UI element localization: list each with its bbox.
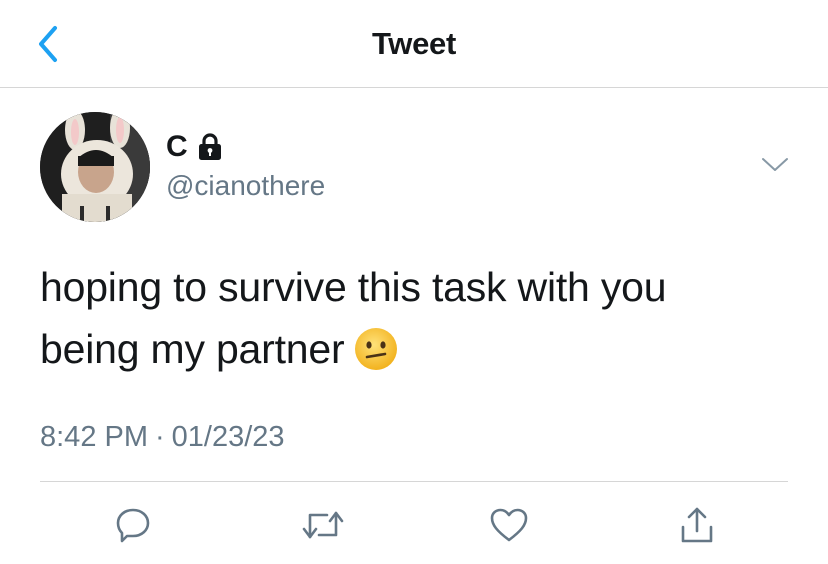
neutral-face-emoji-icon: [355, 328, 398, 370]
tweet-time: 8:42 PM: [40, 421, 148, 453]
reply-icon: [116, 508, 150, 543]
display-name[interactable]: C: [166, 130, 188, 164]
divider: [40, 481, 788, 482]
retweet-button[interactable]: [298, 500, 348, 550]
share-icon: [681, 507, 713, 543]
navigation-bar: Tweet: [0, 0, 828, 88]
avatar[interactable]: [40, 112, 150, 222]
like-icon: [490, 508, 528, 542]
chevron-down-icon: [762, 158, 788, 171]
tweet-date: 01/23/23: [171, 421, 285, 453]
tweet-text: hoping to survive this task with you bei…: [40, 256, 800, 380]
page-title: Tweet: [371, 26, 457, 61]
profile-photo: [40, 112, 150, 222]
retweet-icon: [302, 511, 344, 539]
like-button[interactable]: [484, 500, 534, 550]
author-name-row: C: [166, 130, 223, 164]
reply-button[interactable]: [108, 500, 158, 550]
share-button[interactable]: [672, 500, 722, 550]
author-handle[interactable]: @cianothere: [166, 170, 325, 202]
tweet-timestamp[interactable]: 8:42 PM · 01/23/23: [40, 419, 285, 455]
tweet-text-line: being my partner: [40, 318, 800, 380]
lock-icon: [198, 133, 221, 160]
tweet-action-bar: [0, 500, 828, 550]
tweet-text-fragment: being my partner: [40, 326, 345, 372]
meta-separator: ·: [155, 421, 165, 453]
tweet-text-line: hoping to survive this task with you: [40, 264, 667, 310]
tweet-options-button[interactable]: [758, 150, 792, 180]
